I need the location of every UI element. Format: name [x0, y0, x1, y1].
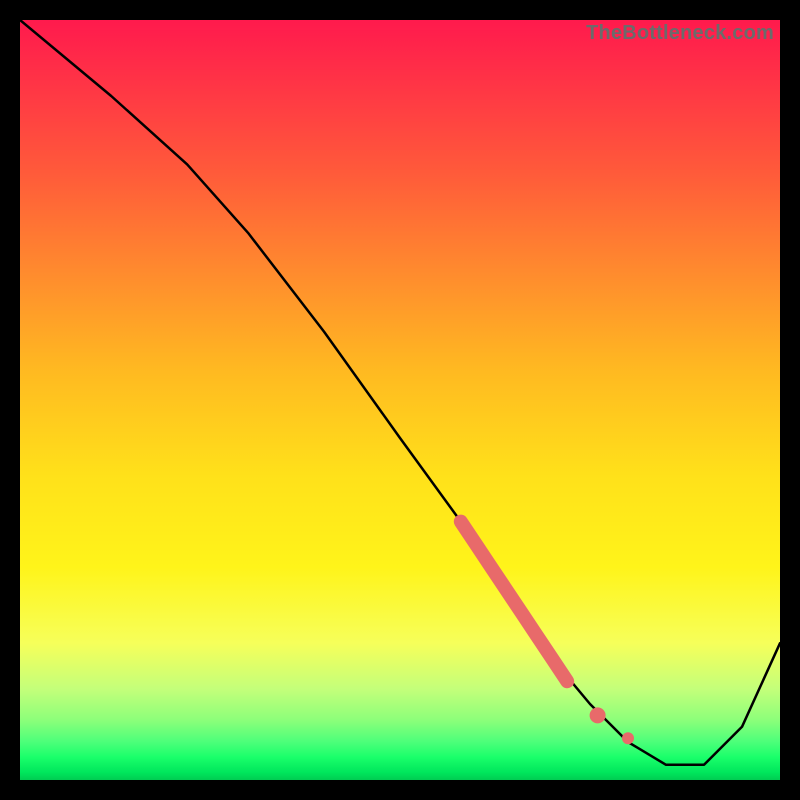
- bottleneck-curve-svg: [20, 20, 780, 780]
- highlight-marker-dot: [590, 707, 606, 723]
- highlight-marker-dot: [622, 732, 634, 744]
- watermark-text: TheBottleneck.com: [586, 22, 774, 45]
- chart-frame: TheBottleneck.com: [0, 0, 800, 800]
- bottleneck-curve-path: [20, 20, 780, 765]
- highlight-segment-stroke: [461, 522, 567, 682]
- plot-area: TheBottleneck.com: [20, 20, 780, 780]
